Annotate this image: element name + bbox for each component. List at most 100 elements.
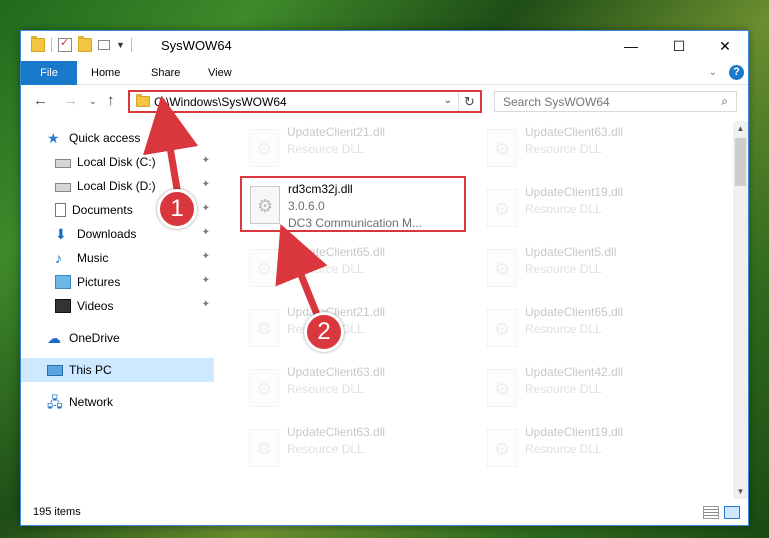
file-explorer-window: ▼ SysWOW64 — ☐ ✕ File Home Share View ⌄ … — [20, 30, 749, 526]
folder-icon — [136, 94, 150, 107]
file-tile[interactable]: UpdateClient5.dll Resource DLL — [479, 241, 705, 297]
dll-file-icon — [249, 369, 279, 407]
file-description: Resource DLL — [525, 322, 602, 336]
details-view-icon[interactable] — [703, 506, 719, 519]
file-tile[interactable]: UpdateClient19.dll Resource DLL — [479, 181, 705, 237]
file-description: Resource DLL — [525, 442, 602, 456]
file-description: Resource DLL — [287, 382, 364, 396]
window-title: SysWOW64 — [161, 38, 232, 53]
title-bar: ▼ SysWOW64 — ☐ ✕ — [21, 31, 748, 61]
dll-file-icon — [487, 309, 517, 347]
folder-icon[interactable] — [31, 36, 45, 52]
file-description: Resource DLL — [525, 382, 602, 396]
file-description: Resource DLL — [525, 262, 602, 276]
address-path[interactable]: C:\Windows\SysWOW64 — [154, 95, 287, 109]
vertical-scrollbar[interactable]: ▲ ▼ — [733, 121, 748, 499]
navigation-pane: ★ Quick access Local Disk (C:) ✦ Local D… — [21, 121, 214, 499]
highlighted-file-tile[interactable]: rd3cm32j.dll 3.0.6.0 DC3 Communication M… — [240, 176, 466, 232]
recent-locations-icon[interactable]: ⌄ — [89, 96, 97, 107]
drive-icon — [55, 159, 71, 168]
sidebar-item-quick-access[interactable]: ★ Quick access — [21, 126, 214, 150]
pin-icon[interactable]: ✦ — [202, 275, 210, 286]
forward-arrow-icon[interactable]: → — [63, 92, 78, 109]
sidebar-item-pictures[interactable]: Pictures ✦ — [21, 270, 214, 294]
address-bar[interactable]: C:\Windows\SysWOW64 ⌄ ↻ — [128, 90, 482, 113]
back-arrow-icon[interactable]: ← — [33, 92, 48, 109]
dll-file-icon — [249, 309, 279, 347]
expand-ribbon-icon[interactable]: ⌄ — [709, 67, 717, 78]
downloads-icon: ⬇ — [55, 226, 67, 242]
sidebar-item-label: Local Disk (D:) — [77, 179, 156, 193]
sidebar-item-videos[interactable]: Videos ✦ — [21, 294, 214, 318]
tiles-view-icon[interactable] — [724, 506, 740, 519]
tab-home[interactable]: Home — [79, 61, 132, 85]
sidebar-item-label: Pictures — [77, 275, 121, 289]
pin-icon[interactable]: ✦ — [202, 299, 210, 310]
sidebar-item-label: Downloads — [77, 227, 137, 241]
tab-share[interactable]: Share — [139, 61, 192, 85]
file-tile[interactable]: UpdateClient65.dll Resource DLL — [241, 241, 467, 297]
file-name: rd3cm32j.dll — [288, 182, 353, 196]
sidebar-item-label: OneDrive — [69, 331, 120, 345]
step-1-badge: 1 — [157, 189, 197, 229]
pin-icon[interactable]: ✦ — [202, 227, 210, 238]
up-arrow-icon[interactable]: ↑ — [107, 92, 115, 109]
file-description: Resource DLL — [525, 142, 602, 156]
search-icon[interactable]: ⌕ — [721, 94, 728, 109]
scrollbar-thumb[interactable] — [735, 138, 746, 186]
refresh-icon[interactable]: ↻ — [458, 92, 480, 111]
address-dropdown-icon[interactable]: ⌄ — [444, 95, 452, 106]
ribbon-tabs: File Home Share View ⌄ ? — [21, 61, 748, 85]
file-tile[interactable]: UpdateClient21.dll Resource DLL — [241, 301, 467, 357]
maximize-button[interactable]: ☐ — [656, 31, 702, 61]
file-name: UpdateClient63.dll — [287, 365, 386, 379]
scroll-down-icon[interactable]: ▼ — [733, 484, 748, 499]
star-icon: ★ — [47, 130, 60, 146]
videos-icon — [55, 299, 71, 313]
help-icon[interactable]: ? — [729, 65, 744, 80]
file-tile[interactable]: UpdateClient42.dll Resource DLL — [479, 361, 705, 417]
this-pc-icon — [47, 364, 63, 376]
pin-icon[interactable]: ✦ — [202, 203, 210, 214]
scroll-up-icon[interactable]: ▲ — [733, 121, 748, 136]
sidebar-item-local-disk-c[interactable]: Local Disk (C:) ✦ — [21, 150, 214, 174]
file-tile[interactable]: UpdateClient63.dll Resource DLL — [479, 121, 705, 177]
sidebar-item-onedrive[interactable]: ☁ OneDrive — [21, 326, 214, 350]
properties-icon[interactable] — [58, 36, 72, 52]
sidebar-item-music[interactable]: ♪ Music ✦ — [21, 246, 214, 270]
sidebar-item-this-pc[interactable]: This PC — [21, 358, 214, 382]
step-2-badge: 2 — [304, 312, 344, 352]
file-version: 3.0.6.0 — [288, 199, 325, 213]
file-tile[interactable]: UpdateClient63.dll Resource DLL — [241, 361, 467, 417]
minimize-button[interactable]: — — [608, 31, 654, 61]
file-description: Resource DLL — [525, 202, 602, 216]
pin-icon[interactable]: ✦ — [202, 179, 210, 190]
file-name: UpdateClient19.dll — [525, 185, 624, 199]
file-tile[interactable]: UpdateClient63.dll Resource DLL — [241, 421, 467, 477]
search-box[interactable]: ⌕ — [494, 91, 737, 112]
new-folder-icon[interactable] — [78, 36, 92, 52]
customize-toolbar-icon[interactable] — [98, 40, 110, 50]
pin-icon[interactable]: ✦ — [202, 155, 210, 166]
status-bar: 195 items — [21, 501, 748, 525]
navigation-bar: ← → ⌄ ↑ C:\Windows\SysWOW64 ⌄ ↻ ⌕ — [21, 87, 748, 117]
item-count: 195 items — [33, 506, 81, 518]
tab-view[interactable]: View — [196, 61, 244, 85]
tab-file[interactable]: File — [21, 61, 77, 85]
file-name: UpdateClient5.dll — [525, 245, 617, 259]
pin-icon[interactable]: ✦ — [202, 251, 210, 262]
search-input[interactable] — [503, 92, 703, 111]
file-tile[interactable]: UpdateClient65.dll Resource DLL — [479, 301, 705, 357]
quick-access-toolbar: ▼ — [31, 36, 132, 52]
drive-icon — [55, 183, 71, 192]
customize-dropdown-icon[interactable]: ▼ — [116, 40, 125, 50]
sidebar-item-label: Documents — [72, 203, 133, 217]
toolbar-divider — [51, 38, 52, 52]
dll-file-icon — [249, 129, 279, 167]
sidebar-item-network[interactable]: 🖧 Network — [21, 390, 214, 414]
music-icon: ♪ — [55, 250, 62, 266]
file-tile[interactable]: UpdateClient19.dll Resource DLL — [479, 421, 705, 477]
file-tile[interactable]: UpdateClient21.dll Resource DLL — [241, 121, 467, 177]
close-button[interactable]: ✕ — [702, 31, 748, 61]
file-name: UpdateClient42.dll — [525, 365, 624, 379]
